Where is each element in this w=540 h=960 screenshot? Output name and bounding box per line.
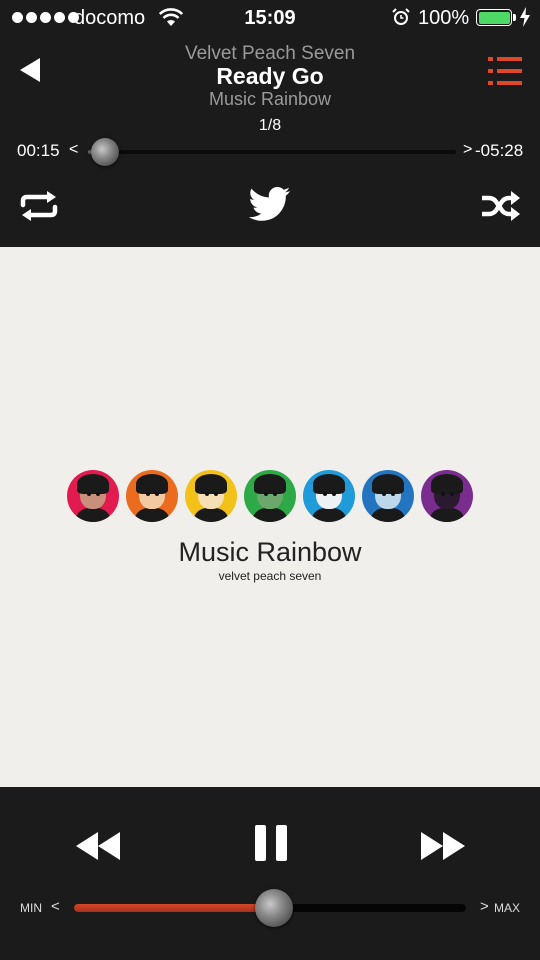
progress-knob[interactable] xyxy=(90,138,119,166)
status-bar: docomo 15:09 100% xyxy=(0,0,540,36)
battery-percent: 100% xyxy=(418,7,470,29)
twitter-icon[interactable] xyxy=(249,186,291,224)
volume-max-label: MAX xyxy=(494,901,521,915)
progress-right-arrow: > xyxy=(463,141,473,158)
song-title: Ready Go xyxy=(216,63,324,89)
volume-min-label: MIN xyxy=(20,901,42,915)
elapsed-time: 00:15 xyxy=(17,141,60,160)
battery-cap xyxy=(513,14,516,21)
member-portrait xyxy=(185,470,237,522)
fast-forward-icon[interactable] xyxy=(419,832,465,860)
member-portrait xyxy=(421,470,473,522)
battery-icon xyxy=(476,9,512,26)
artist-name: Velvet Peach Seven xyxy=(184,43,356,64)
band-member-portraits xyxy=(0,470,540,522)
member-portrait xyxy=(362,470,414,522)
charging-bolt-icon xyxy=(520,7,530,27)
progress-left-arrow: < xyxy=(69,141,79,158)
playlist-icon[interactable] xyxy=(487,55,523,87)
playback-panel xyxy=(0,787,540,960)
track-counter: 1/8 xyxy=(258,117,282,134)
volume-left-arrow: < xyxy=(51,898,60,915)
pause-icon[interactable] xyxy=(254,825,288,861)
alarm-icon xyxy=(392,8,410,25)
repeat-icon[interactable] xyxy=(17,190,61,222)
volume-right-arrow: > xyxy=(480,898,489,915)
member-portrait xyxy=(244,470,296,522)
album-artwork: Music Rainbow velvet peach seven xyxy=(0,247,540,787)
artwork-subtitle: velvet peach seven xyxy=(218,569,322,583)
member-portrait xyxy=(126,470,178,522)
progress-track[interactable] xyxy=(88,150,456,154)
remaining-time: -05:28 xyxy=(475,141,524,160)
artwork-title: Music Rainbow xyxy=(178,537,362,567)
volume-fill xyxy=(74,904,274,912)
shuffle-icon[interactable] xyxy=(481,190,521,222)
member-portrait xyxy=(303,470,355,522)
member-portrait xyxy=(67,470,119,522)
volume-knob[interactable] xyxy=(254,889,293,927)
rewind-icon[interactable] xyxy=(76,832,122,860)
album-name: Music Rainbow xyxy=(208,89,332,109)
